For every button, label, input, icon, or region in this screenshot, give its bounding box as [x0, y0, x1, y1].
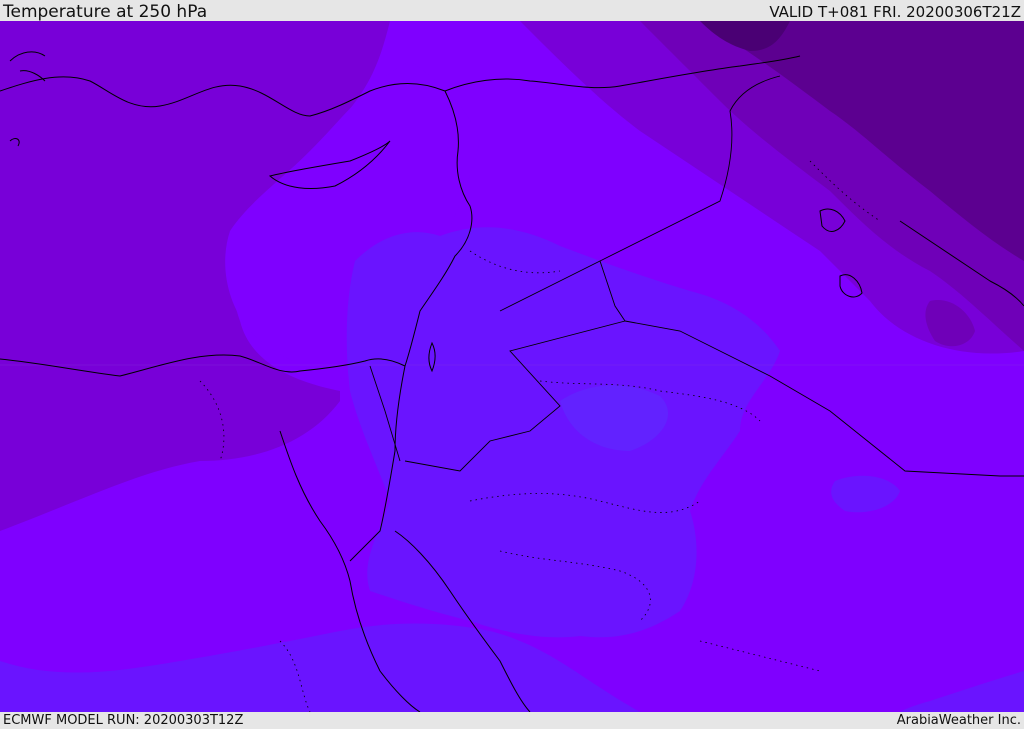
valid-time: VALID T+081 FRI. 20200306T21Z — [769, 3, 1021, 21]
map-footer: ECMWF MODEL RUN: 20200303T12Z ArabiaWeat… — [0, 712, 1024, 729]
map-header: Temperature at 250 hPa VALID T+081 FRI. … — [0, 0, 1024, 21]
model-run-label: ECMWF MODEL RUN: 20200303T12Z — [3, 713, 244, 728]
credit-label: ArabiaWeather Inc. — [896, 713, 1021, 728]
temperature-map — [0, 21, 1024, 712]
map-title: Temperature at 250 hPa — [3, 2, 208, 22]
map-panel[interactable] — [0, 21, 1024, 712]
